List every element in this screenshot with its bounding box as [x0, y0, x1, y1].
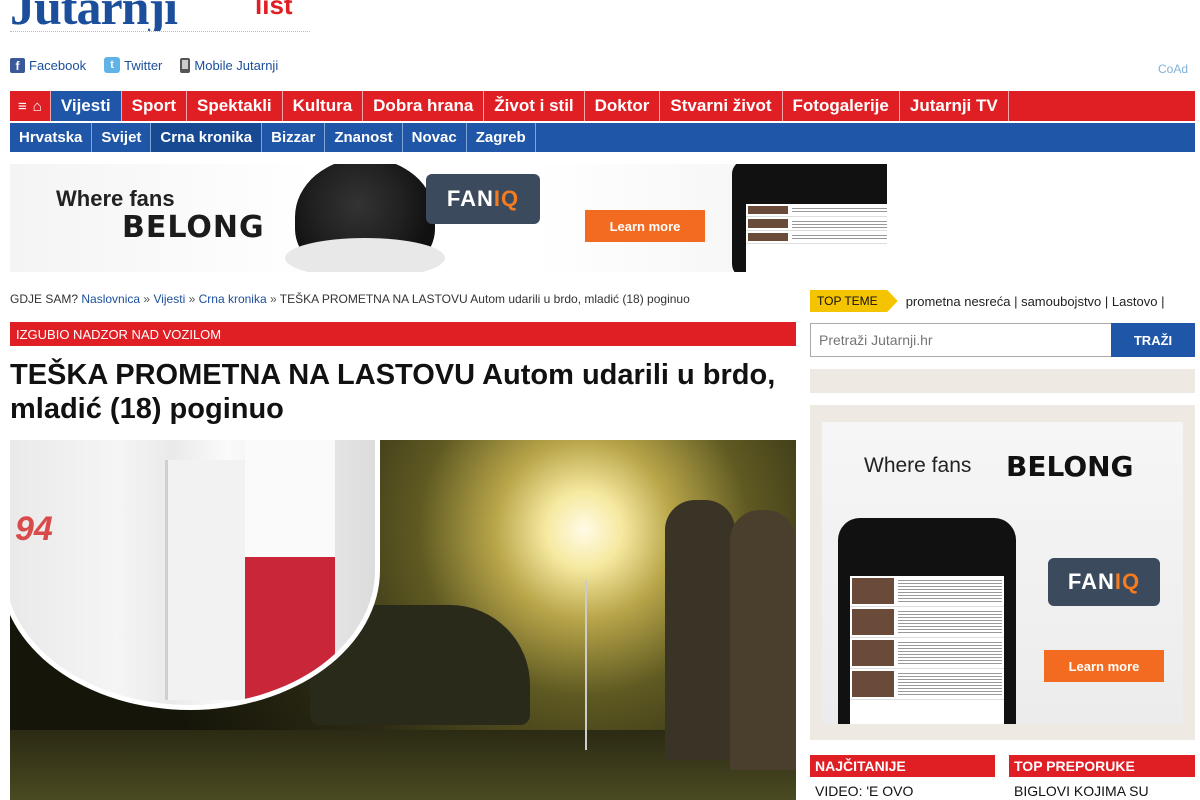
twitter-icon: t: [104, 57, 121, 73]
subnav-item-bizzar[interactable]: Bizzar: [262, 123, 326, 152]
facebook-label: Facebook: [29, 57, 87, 73]
breadcrumb-current: TEŠKA PROMETNA NA LASTOVU Autom udarili …: [279, 292, 690, 306]
mobile-label: Mobile Jutarnji: [194, 57, 279, 73]
photo-tripod: [585, 580, 587, 750]
topic-link-prometna-nesreca[interactable]: prometna nesreća: [906, 294, 1011, 309]
sidebar-ad[interactable]: Where fans BELONG FAN IQ Learn more: [822, 422, 1183, 724]
side-ad-phone-image: [838, 518, 1016, 724]
top-topics-links: prometna nesreća | samoubojstvo | Lastov…: [905, 293, 1165, 309]
nav-item-dobra-hrana[interactable]: Dobra hrana: [363, 91, 485, 121]
side-ad-learn-more-button[interactable]: Learn more: [1044, 650, 1164, 682]
photo-person-1: [665, 500, 735, 760]
coad-link[interactable]: CoAd: [1158, 62, 1188, 76]
breadcrumb-item-crna-kronika[interactable]: Crna kronika: [199, 292, 267, 306]
main-nav: ≡ ⌂ Vijesti Sport Spektakli Kultura Dobr…: [10, 91, 1195, 121]
nav-item-doktor[interactable]: Doktor: [585, 91, 661, 121]
ad-tagline-2: BELONG: [122, 210, 265, 245]
ad-learn-more-button[interactable]: Learn more: [585, 210, 705, 242]
search-button[interactable]: TRAŽI: [1111, 323, 1195, 357]
inset-person-2: [245, 440, 335, 700]
subnav-item-znanost[interactable]: Znanost: [325, 123, 403, 152]
top-recommend-header: TOP PREPORUKE: [1009, 755, 1195, 777]
top-recommend-first-item[interactable]: BIGLOVI KOJIMA SU: [1014, 783, 1149, 799]
side-faniq-logo: FAN IQ: [1048, 558, 1160, 606]
breadcrumb-item-vijesti[interactable]: Vijesti: [153, 292, 185, 306]
faniq-logo-a: FAN: [446, 186, 494, 211]
breadcrumb: GDJE SAM? Naslovnica » Vijesti » Crna kr…: [10, 292, 690, 306]
breadcrumb-item-naslovnica[interactable]: Naslovnica: [81, 292, 140, 306]
ad-tagline-1: Where fans: [56, 186, 175, 211]
ambulance-number: 94: [15, 510, 53, 548]
side-ad-tagline-2: BELONG: [1006, 450, 1134, 483]
football-player-image: [285, 164, 445, 272]
subnav-item-novac[interactable]: Novac: [403, 123, 467, 152]
sub-nav: Hrvatska Svijet Crna kronika Bizzar Znan…: [10, 123, 1195, 152]
home-icon: ⌂: [32, 97, 42, 115]
menu-icon: ≡: [18, 97, 27, 115]
site-search: TRAŽI: [810, 323, 1195, 357]
nav-item-fotogalerije[interactable]: Fotogalerije: [783, 91, 900, 121]
nav-item-vijesti[interactable]: Vijesti: [50, 91, 122, 121]
side-ad-tagline-1: Where fans: [864, 454, 972, 477]
subnav-item-zagreb[interactable]: Zagreb: [467, 123, 536, 152]
photo-person-2: [730, 510, 796, 770]
most-read-first-item[interactable]: VIDEO: 'E OVO: [815, 783, 913, 799]
top-topics-label: TOP TEME: [810, 290, 898, 312]
nav-item-jutarnji-tv[interactable]: Jutarnji TV: [900, 91, 1009, 121]
twitter-label: Twitter: [124, 57, 163, 73]
top-banner-ad[interactable]: Where fans BELONG FAN IQ Learn more: [10, 164, 887, 272]
topic-link-lastovo[interactable]: Lastovo: [1112, 294, 1158, 309]
nav-item-kultura[interactable]: Kultura: [283, 91, 364, 121]
side-faniq-logo-a: FAN: [1067, 569, 1115, 594]
nav-item-sport[interactable]: Sport: [122, 91, 187, 121]
sidebar-divider-bar: [810, 369, 1195, 393]
article-title: TEŠKA PROMETNA NA LASTOVU Autom udarili …: [10, 359, 776, 425]
search-input[interactable]: [810, 323, 1111, 357]
site-logo[interactable]: Jutarnji list: [10, 0, 310, 32]
twitter-link[interactable]: t Twitter: [104, 57, 162, 73]
faniq-logo-b: IQ: [493, 186, 520, 211]
nav-item-stvarni-zivot[interactable]: Stvarni život: [660, 91, 783, 121]
breadcrumb-prefix: GDJE SAM?: [10, 292, 79, 306]
top-topics: TOP TEME prometna nesreća | samoubojstvo…: [810, 290, 1164, 312]
mobile-phone-icon: [180, 57, 191, 73]
subnav-item-svijet[interactable]: Svijet: [92, 123, 152, 152]
subnav-item-crna-kronika[interactable]: Crna kronika: [151, 123, 263, 152]
photo-inset-ambulance: 94: [10, 440, 380, 710]
most-read-header: NAJČITANIJE: [810, 755, 995, 777]
article-kicker: IZGUBIO NADZOR NAD VOZILOM: [10, 322, 796, 346]
side-faniq-logo-b: IQ: [1114, 569, 1141, 594]
subnav-item-hrvatska[interactable]: Hrvatska: [10, 123, 93, 152]
article-main-photo[interactable]: 94: [10, 440, 796, 800]
faniq-logo: FAN IQ: [426, 174, 540, 224]
ad-phone-image: [732, 164, 887, 272]
facebook-icon: f: [10, 57, 25, 73]
nav-home-button[interactable]: ≡ ⌂: [10, 91, 51, 121]
logo-main-text: Jutarnji: [10, 0, 178, 32]
logo-sub-text: list: [255, 0, 293, 20]
facebook-link[interactable]: f Facebook: [10, 57, 86, 73]
mobile-link[interactable]: Mobile Jutarnji: [180, 57, 278, 73]
inset-person-1: [165, 460, 245, 700]
nav-item-spektakli[interactable]: Spektakli: [187, 91, 283, 121]
social-links: f Facebook t Twitter Mobile Jutarnji: [10, 57, 278, 73]
nav-item-zivot-i-stil[interactable]: Život i stil: [484, 91, 585, 121]
topic-link-samoubojstvo[interactable]: samoubojstvo: [1021, 294, 1101, 309]
